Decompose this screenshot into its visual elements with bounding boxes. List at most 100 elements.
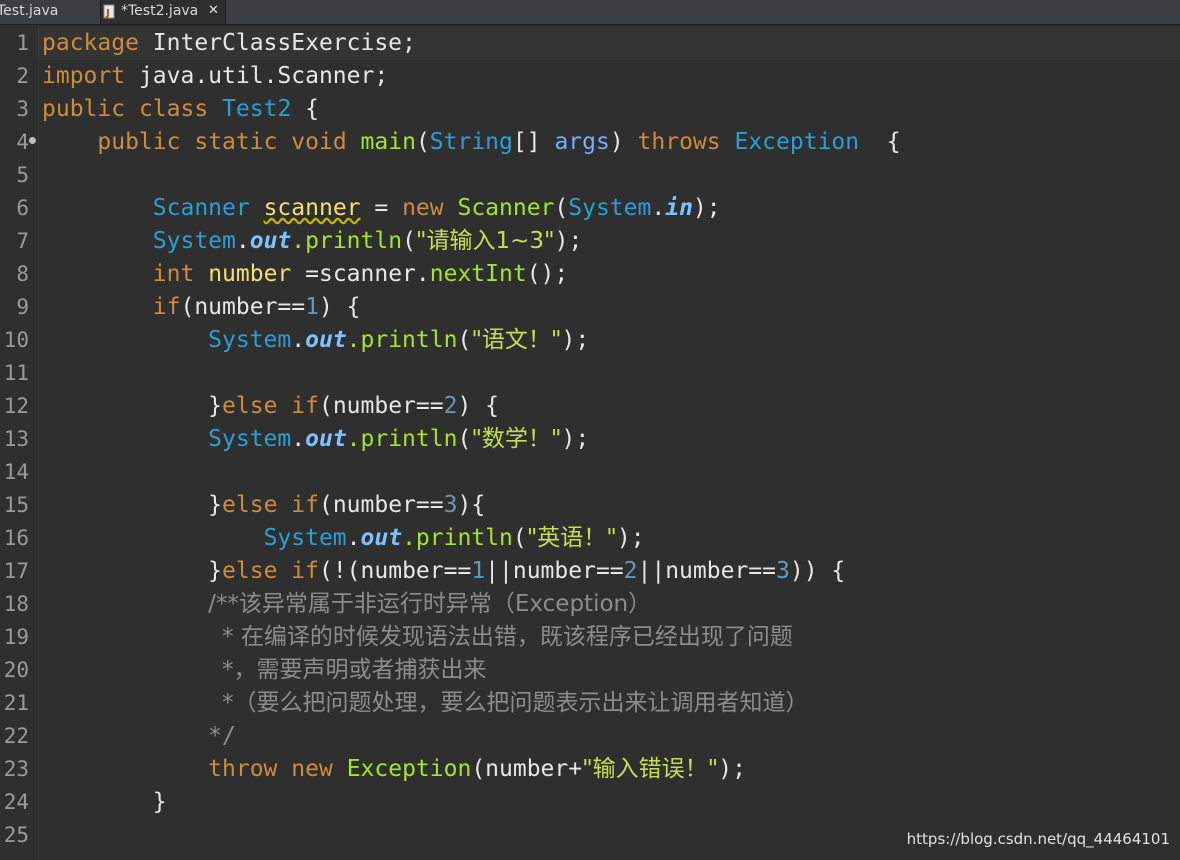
token-text: { <box>859 129 901 155</box>
token-keyword: public <box>97 129 181 155</box>
token-method: nextInt <box>429 261 527 287</box>
token-text: )) { <box>789 558 846 584</box>
editor-tab-bar: Test.java J *Test2.java ✕ <box>0 0 1180 25</box>
token-keyword: public <box>42 96 126 122</box>
code-line-2: import java.util.Scanner; <box>42 60 388 93</box>
line-number-gutter: 1 2 3 4 5 6 7 8 9 10 11 12 13 14 15 16 1… <box>0 25 39 860</box>
token-text: (number== <box>318 492 444 518</box>
token-field: out <box>249 228 292 254</box>
token-text: (number== <box>318 393 444 419</box>
token-method: .println <box>291 228 403 254</box>
token-text: ( <box>457 426 472 452</box>
code-line-7: System.out.println("请输入1~3"); <box>42 225 583 258</box>
token-type: System <box>152 228 236 254</box>
code-line-13: System.out.println("数学！"); <box>42 423 589 456</box>
token-keyword: if <box>291 393 319 419</box>
token-text: ) { <box>457 393 500 419</box>
token-keyword: if <box>152 294 181 320</box>
token-method: .println <box>346 426 458 452</box>
close-icon[interactable]: ✕ <box>208 0 219 22</box>
code-line-6: Scanner scanner = new Scanner(System.in)… <box>42 192 721 225</box>
line-number: 1 <box>16 31 29 55</box>
token-number: 2 <box>623 558 638 584</box>
token-text: ( <box>512 525 527 551</box>
token-keyword: new <box>291 756 333 782</box>
code-editor[interactable]: 1 2 3 4 5 6 7 8 9 10 11 12 13 14 15 16 1… <box>0 25 1180 860</box>
token-text: } <box>208 558 223 584</box>
tab-label: Test.java <box>0 3 59 19</box>
token-text: ) <box>609 129 638 155</box>
token-type: System <box>263 525 347 551</box>
line-number: 23 <box>3 757 29 781</box>
code-line-9: if(number==1) { <box>42 291 361 324</box>
line-number: 18 <box>3 592 29 616</box>
token-keyword: class <box>138 96 209 122</box>
token-text: ||number== <box>637 558 776 584</box>
code-line-20: *，需要声明或者捕获出来 <box>42 654 487 687</box>
token-type: String <box>429 129 513 155</box>
token-keyword: void <box>291 129 347 155</box>
token-method: Exception <box>346 756 472 782</box>
token-text: ||number== <box>485 558 624 584</box>
token-param: args <box>554 129 610 155</box>
token-field: out <box>360 525 403 551</box>
token-text: =scanner. <box>291 261 430 287</box>
code-line-12: }else if(number==2) { <box>42 390 499 423</box>
watermark-url: https://blog.csdn.net/qq_44464101 <box>906 830 1170 848</box>
token-field: out <box>305 426 347 452</box>
line-number: 22 <box>3 724 29 748</box>
code-line-3: public class Test2 { <box>42 93 319 126</box>
token-method: .println <box>346 327 458 353</box>
code-line-21: *（要么把问题处理，要么把问题表示出来让调用者知道） <box>42 687 809 720</box>
token-text: } <box>152 789 167 815</box>
token-keyword: else <box>222 393 278 419</box>
token-keyword: static <box>194 129 278 155</box>
token-type: System <box>208 426 292 452</box>
token-number: 3 <box>443 492 458 518</box>
line-number: 7 <box>16 229 29 253</box>
token-method: .println <box>402 525 513 551</box>
svg-text:J: J <box>105 8 110 19</box>
code-line-23: throw new Exception(number+"输入错误！"); <box>42 753 746 786</box>
token-comment: *，需要声明或者捕获出来 <box>222 657 487 683</box>
line-number: 11 <box>3 361 29 385</box>
tab-test2-java[interactable]: J *Test2.java ✕ <box>100 0 226 24</box>
code-line-15: }else if(number==3){ <box>42 489 485 522</box>
token-text: ( <box>554 195 569 221</box>
token-keyword: new <box>402 195 444 221</box>
line-number: 3 <box>16 97 29 121</box>
line-number: 15 <box>3 493 29 517</box>
fold-marker-icon[interactable] <box>29 137 36 144</box>
token-text: . <box>235 228 250 254</box>
line-number: 12 <box>3 394 29 418</box>
token-type: Test2 <box>222 96 292 122</box>
token-text: ) { <box>318 294 361 320</box>
token-text: (!(number== <box>318 558 472 584</box>
line-number: 20 <box>3 658 29 682</box>
line-number: 24 <box>3 790 29 814</box>
token-keyword: if <box>291 558 319 584</box>
token-text: ){ <box>457 492 486 518</box>
token-text: } <box>208 492 223 518</box>
token-keyword: throw <box>208 756 278 782</box>
token-type: System <box>208 327 292 353</box>
token-variable: number <box>208 261 292 287</box>
token-type: Exception <box>734 129 860 155</box>
token-type: System <box>568 195 652 221</box>
token-text: (number== <box>180 294 306 320</box>
token-text: (); <box>526 261 569 287</box>
token-keyword: throws <box>637 129 721 155</box>
token-comment: */ <box>208 723 236 749</box>
tab-test-java[interactable]: Test.java <box>0 0 58 24</box>
token-text: . <box>291 426 306 452</box>
